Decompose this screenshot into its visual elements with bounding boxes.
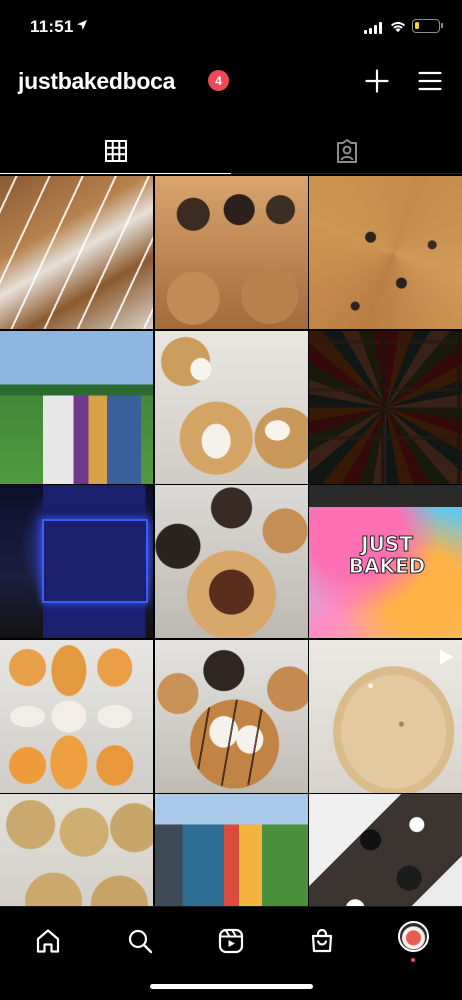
activity-dot	[411, 958, 415, 962]
battery-tip	[441, 23, 443, 28]
post-tile[interactable]	[154, 794, 308, 906]
post-tile[interactable]	[0, 794, 153, 906]
post-tile[interactable]	[0, 639, 153, 793]
new-post-button[interactable]	[362, 66, 392, 96]
search-icon	[128, 929, 153, 954]
battery-level	[415, 22, 419, 29]
nav-home[interactable]	[28, 921, 68, 961]
menu-button[interactable]	[415, 66, 445, 96]
status-bar: 11:51	[0, 0, 462, 54]
tagged-icon	[336, 138, 357, 163]
post-tile[interactable]	[154, 330, 308, 484]
profile-tabs	[0, 128, 462, 174]
profile-avatar[interactable]	[398, 921, 429, 952]
battery-icon	[412, 19, 440, 33]
menu-icon	[418, 71, 442, 91]
tab-posts-grid[interactable]	[0, 128, 231, 174]
grid-icon	[104, 140, 127, 162]
post-tile[interactable]	[309, 639, 462, 793]
new-post-icon	[365, 69, 389, 93]
cellular-signal-icon	[364, 22, 382, 34]
post-tile[interactable]	[309, 176, 462, 329]
post-tile[interactable]	[0, 330, 153, 484]
post-tile[interactable]	[154, 639, 308, 793]
tab-tagged[interactable]	[231, 128, 462, 174]
nav-search[interactable]	[120, 921, 160, 961]
post-tile[interactable]	[0, 485, 153, 638]
shop-icon	[311, 928, 333, 953]
reel-play-icon	[440, 649, 454, 664]
post-tile[interactable]	[309, 794, 462, 906]
notification-badge[interactable]: 4	[208, 70, 229, 91]
profile-header: justbakedboca 4	[0, 54, 462, 108]
post-tile[interactable]: JUST BAKED	[309, 485, 462, 638]
nav-reels[interactable]	[211, 921, 251, 961]
reels-icon	[218, 928, 244, 954]
home-indicator[interactable]	[150, 984, 313, 989]
status-time: 11:51	[30, 17, 74, 36]
shirt-print-text: JUST BAKED	[348, 532, 426, 578]
post-grid: JUST BAKED	[0, 176, 462, 906]
wifi-icon	[391, 22, 405, 33]
post-tile[interactable]	[309, 330, 462, 484]
profile-username[interactable]: justbakedboca	[18, 68, 175, 95]
post-tile[interactable]	[154, 176, 308, 329]
location-arrow-icon	[77, 20, 87, 30]
nav-shop[interactable]	[302, 921, 342, 961]
post-tile[interactable]	[0, 176, 153, 329]
post-tile[interactable]	[154, 485, 308, 638]
home-icon	[36, 929, 60, 953]
